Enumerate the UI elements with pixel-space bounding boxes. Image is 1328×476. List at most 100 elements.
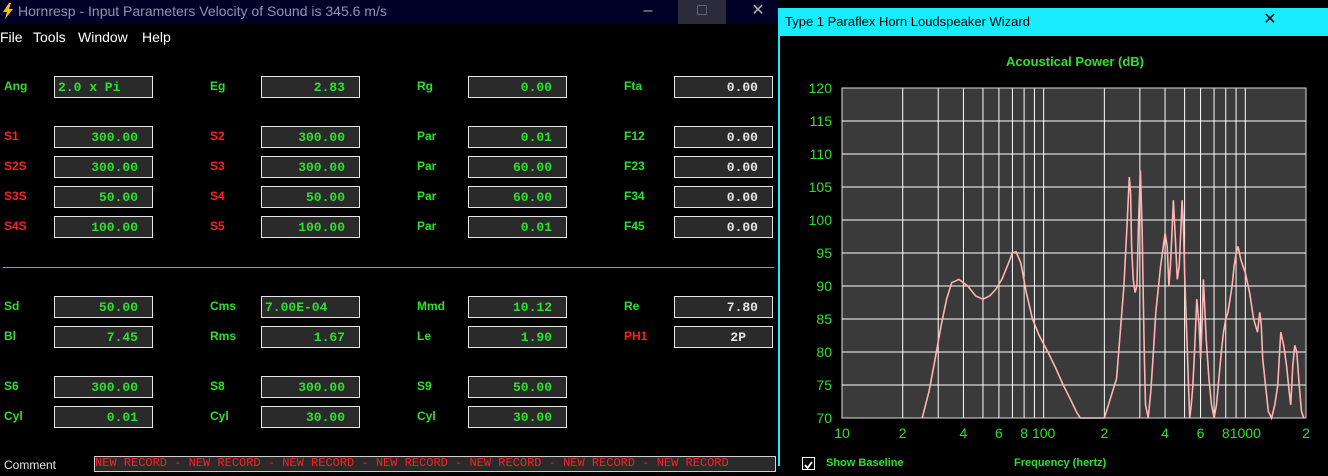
x-tick-label: 1000 xyxy=(1230,425,1261,441)
f34-label: F34 xyxy=(624,189,645,203)
y-tick-label: 120 xyxy=(809,80,833,96)
comment-label: Comment xyxy=(4,458,57,472)
f23-label: F23 xyxy=(624,159,645,173)
s3-field[interactable]: 300.00 xyxy=(261,156,360,178)
cyl1-label: Cyl xyxy=(4,409,23,423)
sd-label: Sd xyxy=(4,299,20,313)
f12-field[interactable]: 0.00 xyxy=(674,126,773,148)
rms-label: Rms xyxy=(210,329,237,343)
f45-field[interactable]: 0.00 xyxy=(674,216,773,238)
f12-label: F12 xyxy=(624,129,645,143)
s9-label: S9 xyxy=(417,379,432,393)
y-tick-label: 115 xyxy=(810,113,833,129)
x-tick-label: 6 xyxy=(1197,425,1205,441)
y-tick-label: 90 xyxy=(816,278,832,294)
hornresp-app-icon xyxy=(3,3,13,19)
s2s-field[interactable]: 300.00 xyxy=(54,156,153,178)
s2-label: S2 xyxy=(210,129,225,143)
x-tick-label: 4 xyxy=(960,425,968,441)
par2-field[interactable]: 60.00 xyxy=(468,156,567,178)
wizard-title: Type 1 Paraflex Horn Loudspeaker Wizard xyxy=(785,14,1030,29)
acoustical-power-chart: Acoustical Power (dB) 70 75 80 85 90 95 100 105… xyxy=(809,54,1310,441)
x-tick-label: 4 xyxy=(1161,425,1169,441)
y-tick-label: 95 xyxy=(816,245,832,261)
f34-field[interactable]: 0.00 xyxy=(674,186,773,208)
s6-field[interactable]: 300.00 xyxy=(54,376,153,398)
s5-field[interactable]: 100.00 xyxy=(261,216,360,238)
bl-field[interactable]: 7.45 xyxy=(54,326,153,348)
show-baseline-checkbox[interactable] xyxy=(802,457,815,470)
cyl1-field[interactable]: 0.01 xyxy=(54,406,153,428)
ph1-field[interactable]: 2P xyxy=(674,326,773,348)
s9-field[interactable]: 50.00 xyxy=(468,376,567,398)
cms-field[interactable]: 7.00E-04 xyxy=(261,296,360,318)
rms-field[interactable]: 1.67 xyxy=(261,326,360,348)
fta-field[interactable]: 0.00 xyxy=(674,76,773,98)
par1-label: Par xyxy=(417,129,437,143)
cms-label: Cms xyxy=(210,299,237,313)
show-baseline-label: Show Baseline xyxy=(826,457,904,469)
le-field[interactable]: 1.90 xyxy=(468,326,567,348)
par3-label: Par xyxy=(417,189,437,203)
menu-tools[interactable]: Tools xyxy=(33,29,66,45)
le-label: Le xyxy=(417,329,432,343)
window-title: Hornresp - Input Parameters Velocity of … xyxy=(18,3,387,19)
s1-field[interactable]: 300.00 xyxy=(54,126,153,148)
rg-field[interactable]: 0.00 xyxy=(468,76,567,98)
ang-label: Ang xyxy=(4,79,28,93)
s3s-label: S3S xyxy=(4,189,27,203)
x-tick-label: 8 xyxy=(1020,425,1028,441)
close-button[interactable]: ✕ xyxy=(734,0,782,24)
x-tick-label: 6 xyxy=(995,425,1003,441)
menu-help[interactable]: Help xyxy=(142,29,171,45)
y-tick-label: 85 xyxy=(816,311,832,327)
y-tick-label: 100 xyxy=(809,212,833,228)
s8-label: S8 xyxy=(210,379,225,393)
cyl3-field[interactable]: 30.00 xyxy=(468,406,567,428)
s3s-field[interactable]: 50.00 xyxy=(54,186,153,208)
menu-window[interactable]: Window xyxy=(78,29,128,45)
eg-field[interactable]: 2.83 xyxy=(261,76,360,98)
s4s-label: S4S xyxy=(4,219,27,233)
x-tick-label: 2 xyxy=(1302,425,1310,441)
paraflex-wizard-window: Type 1 Paraflex Horn Loudspeaker Wizard … xyxy=(778,8,1328,470)
s4-label: S4 xyxy=(210,189,225,203)
f23-field[interactable]: 0.00 xyxy=(674,156,773,178)
maximize-button[interactable]: □ xyxy=(678,0,726,24)
wizard-close-button[interactable]: ✕ xyxy=(1250,8,1290,34)
chart-title: Acoustical Power (dB) xyxy=(1006,54,1144,69)
x-tick-label: 100 xyxy=(1032,425,1056,441)
par2-label: Par xyxy=(417,159,437,173)
eg-label: Eg xyxy=(210,79,226,93)
bl-label: Bl xyxy=(4,329,16,343)
mmd-field[interactable]: 10.12 xyxy=(468,296,567,318)
rg-label: Rg xyxy=(417,79,433,93)
ang-field[interactable]: 2.0 x Pi xyxy=(54,76,153,98)
par1-field[interactable]: 0.01 xyxy=(468,126,567,148)
par3-field[interactable]: 60.00 xyxy=(468,186,567,208)
s2-field[interactable]: 300.00 xyxy=(261,126,360,148)
par4-label: Par xyxy=(417,219,437,233)
cyl2-field[interactable]: 30.00 xyxy=(261,406,360,428)
cyl2-label: Cyl xyxy=(210,409,229,423)
par4-field[interactable]: 0.01 xyxy=(468,216,567,238)
s8-field[interactable]: 300.00 xyxy=(261,376,360,398)
s4-field[interactable]: 50.00 xyxy=(261,186,360,208)
y-tick-label: 80 xyxy=(816,344,832,360)
minimize-button[interactable]: – xyxy=(624,0,672,24)
y-tick-label: 75 xyxy=(816,377,832,393)
sd-field[interactable]: 50.00 xyxy=(54,296,153,318)
mmd-label: Mmd xyxy=(417,299,445,313)
section-divider xyxy=(3,267,774,268)
s4s-field[interactable]: 100.00 xyxy=(54,216,153,238)
re-field[interactable]: 7.80 xyxy=(674,296,773,318)
x-tick-label: 2 xyxy=(899,425,907,441)
x-tick-label: 2 xyxy=(1100,425,1108,441)
fta-label: Fta xyxy=(624,79,642,93)
x-tick-label: 8 xyxy=(1222,425,1230,441)
x-axis-ticks: 10 2 4 6 8 100 2 4 6 8 1000 2 xyxy=(834,425,1310,441)
menu-file[interactable]: File xyxy=(0,29,23,45)
y-tick-label: 105 xyxy=(809,179,833,195)
f45-label: F45 xyxy=(624,219,645,233)
comment-field[interactable]: NEW RECORD - NEW RECORD - NEW RECORD - N… xyxy=(94,456,776,472)
